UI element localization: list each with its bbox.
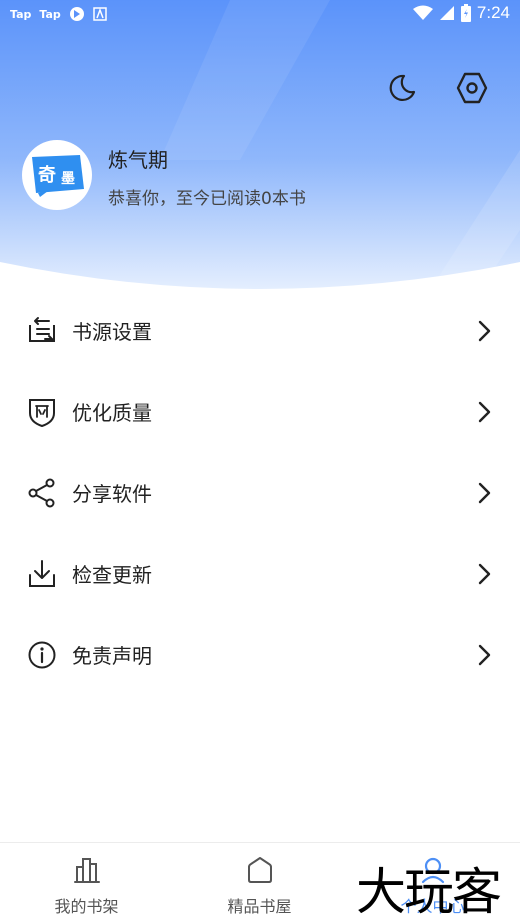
menu-item-optimize-quality[interactable]: 优化质量: [0, 371, 520, 452]
status-app-icon: [93, 7, 107, 21]
menu-item-disclaimer[interactable]: 免责声明: [0, 614, 520, 695]
menu-item-share-app[interactable]: 分享软件: [0, 452, 520, 533]
app-logo-icon: 奇 墨: [32, 155, 84, 197]
menu-label: 检查更新: [72, 563, 152, 587]
info-icon: [26, 639, 58, 671]
hexagon-settings-icon: [456, 72, 488, 104]
chevron-right-icon: [478, 320, 491, 341]
tab-label: 我的书架: [54, 897, 119, 916]
status-app-icon: [69, 7, 84, 21]
download-icon: [26, 558, 58, 590]
signal-icon: [439, 6, 454, 20]
bookshelf-icon: [73, 858, 100, 883]
settings-menu: 书源设置 优化质量 分享软件 检查更新 免责声明: [0, 290, 520, 695]
chevron-right-icon: [478, 563, 491, 584]
avatar-text: 墨: [61, 171, 75, 187]
status-bar: Tap Tap 7:24: [0, 0, 520, 28]
status-app-label: Tap: [39, 7, 61, 21]
status-time: 7:24: [476, 3, 510, 22]
moon-icon: [389, 74, 416, 102]
wifi-icon: [412, 5, 433, 20]
status-app-label: Tap: [10, 7, 32, 21]
chevron-right-icon: [478, 644, 491, 665]
battery-icon: [460, 4, 471, 22]
tab-label: 精品书屋: [227, 897, 292, 916]
user-level: 炼气期: [108, 148, 168, 172]
shield-icon: [26, 396, 58, 428]
menu-label: 优化质量: [72, 401, 152, 425]
menu-item-check-update[interactable]: 检查更新: [0, 533, 520, 614]
share-icon: [26, 477, 58, 509]
night-mode-button[interactable]: [380, 66, 424, 110]
menu-item-book-source[interactable]: 书源设置: [0, 290, 520, 371]
tab-bookstore[interactable]: 精品书屋: [173, 843, 346, 924]
menu-label: 书源设置: [72, 320, 152, 344]
chevron-right-icon: [478, 401, 491, 422]
avatar-text: 奇: [38, 164, 56, 186]
book-source-icon: [26, 315, 58, 347]
menu-label: 免责声明: [72, 644, 152, 668]
tab-bookshelf[interactable]: 我的书架: [0, 843, 173, 924]
avatar[interactable]: 奇 墨: [22, 140, 92, 210]
settings-button[interactable]: [450, 66, 494, 110]
menu-label: 分享软件: [72, 482, 152, 506]
reading-summary: 恭喜你，至今已阅读0本书: [108, 189, 306, 209]
watermark-text: 大玩客: [356, 863, 502, 921]
chevron-right-icon: [478, 482, 491, 503]
home-icon: [247, 857, 272, 883]
